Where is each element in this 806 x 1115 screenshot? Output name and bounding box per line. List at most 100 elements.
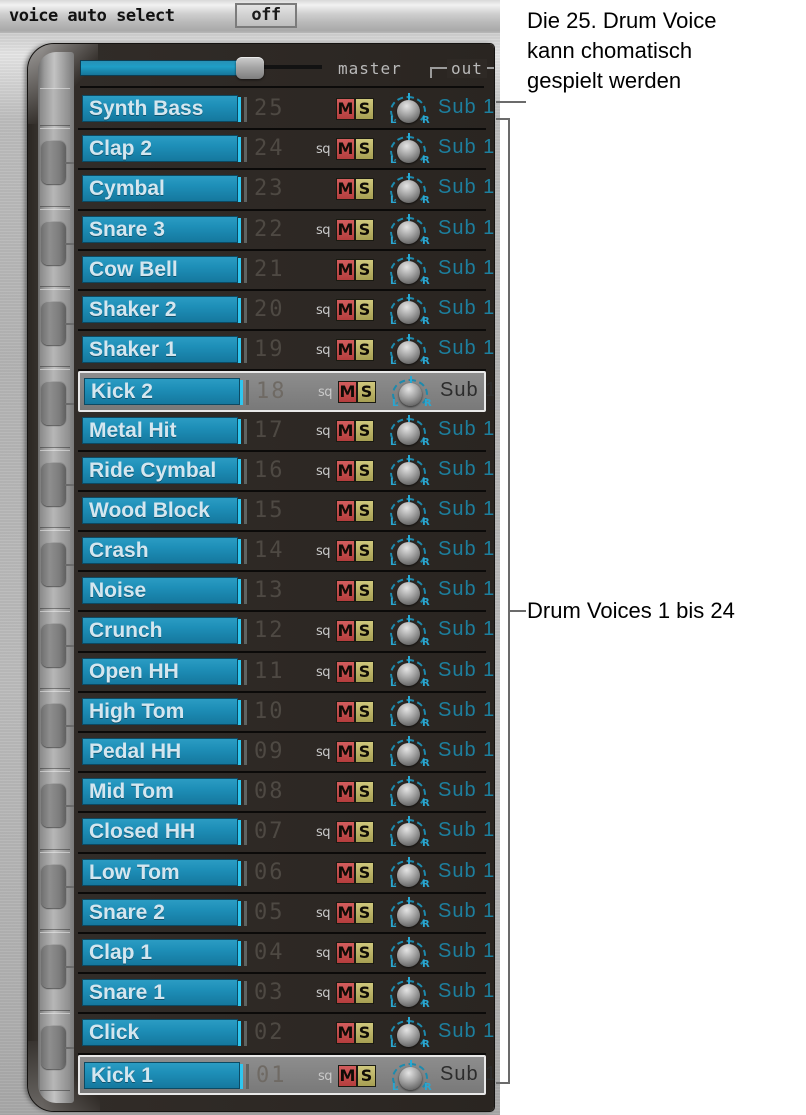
mute-button[interactable]: M (336, 741, 355, 763)
sequence-tag[interactable]: sq (316, 424, 331, 439)
pan-knob[interactable]: LR (388, 93, 430, 127)
mute-button[interactable]: M (336, 339, 355, 362)
solo-button[interactable]: S (355, 258, 374, 281)
pan-knob[interactable]: LR (388, 253, 430, 288)
solo-button[interactable]: S (355, 178, 374, 201)
output-assignment[interactable]: Sub 1 (438, 418, 494, 441)
pan-knob[interactable]: LR (388, 896, 430, 931)
voice-row[interactable]: High Tom 10 M S L R Sub 1 (78, 693, 494, 733)
voice-row[interactable]: Low Tom 06 M S L R Sub 1 (78, 854, 494, 894)
sequence-tag[interactable]: sq (316, 986, 331, 1001)
sequence-tag[interactable]: sq (316, 906, 331, 921)
pan-knob-body[interactable] (397, 662, 420, 686)
sequence-tag[interactable]: sq (316, 544, 331, 559)
solo-button[interactable]: S (357, 381, 376, 404)
mute-button[interactable]: M (336, 982, 355, 1005)
pan-knob[interactable]: LR (388, 133, 430, 167)
mute-button[interactable]: M (336, 178, 355, 201)
solo-button[interactable]: S (355, 861, 374, 884)
voice-row[interactable]: Mid Tom 08 M S L R Sub 1 (78, 773, 494, 814)
output-assignment[interactable]: Sub 1 (438, 659, 494, 682)
solo-button[interactable]: S (355, 339, 374, 362)
master-slider-thumb[interactable] (236, 57, 264, 79)
sequence-tag[interactable]: sq (318, 1069, 333, 1084)
solo-button[interactable]: S (355, 580, 374, 603)
output-assignment[interactable]: Sub 1 (438, 819, 494, 842)
pan-knob-body[interactable] (397, 100, 420, 123)
pan-knob-body[interactable] (397, 501, 420, 525)
sequence-tag[interactable]: sq (316, 825, 331, 840)
group-thumb[interactable] (41, 783, 66, 828)
group-thumb[interactable] (41, 301, 66, 345)
voice-name-field[interactable]: Ride Cymbal (82, 456, 247, 484)
voice-row[interactable]: Cymbal 23 M S L R Sub 1 (78, 170, 494, 211)
sequence-tag[interactable]: sq (316, 223, 331, 238)
pan-knob[interactable]: LR (390, 1059, 432, 1094)
pan-knob[interactable]: LR (388, 615, 430, 649)
solo-button[interactable]: S (355, 459, 374, 482)
pan-knob[interactable]: LR (388, 816, 430, 850)
voice-row[interactable]: Pedal HH 09 sq M S L R Sub 1 (78, 733, 494, 774)
mute-button[interactable]: M (336, 580, 355, 603)
pan-knob[interactable]: LR (388, 454, 430, 489)
voice-name-field[interactable]: Open HH (82, 657, 247, 685)
voice-row[interactable]: Click 02 M S L R Sub 1 (78, 1014, 494, 1055)
mute-button[interactable]: M (336, 499, 355, 522)
output-assignment[interactable]: Sub 1 (438, 739, 494, 762)
voice-row[interactable]: Ride Cymbal 16 sq M S L R Sub 1 (78, 452, 494, 492)
output-assignment[interactable]: Sub 1 (438, 176, 494, 199)
pan-knob-body[interactable] (397, 300, 420, 324)
voice-name-field[interactable]: Pedal HH (82, 738, 247, 765)
voice-name-field[interactable]: Snare 2 (82, 898, 247, 926)
pan-knob-body[interactable] (397, 863, 420, 887)
voice-name-field[interactable]: Snare 3 (82, 215, 247, 243)
output-assignment[interactable]: Sub 1 (438, 217, 494, 240)
pan-knob-body[interactable] (397, 984, 420, 1008)
sequence-tag[interactable]: sq (318, 385, 333, 400)
pan-knob[interactable]: LR (388, 655, 430, 690)
pan-knob[interactable]: LR (388, 736, 430, 770)
output-assignment[interactable]: Sub 1 (438, 458, 494, 481)
solo-button[interactable]: S (355, 540, 374, 563)
pan-knob-body[interactable] (397, 702, 420, 726)
pan-knob-body[interactable] (397, 903, 420, 927)
output-assignment[interactable]: Sub 1 (438, 699, 494, 722)
voice-name-field[interactable]: Cow Bell (82, 255, 247, 283)
solo-button[interactable]: S (355, 941, 374, 964)
solo-button[interactable]: S (355, 700, 374, 723)
pan-knob[interactable]: LR (388, 936, 430, 971)
mute-button[interactable]: M (336, 620, 355, 643)
pan-knob[interactable]: LR (390, 376, 432, 410)
pan-knob-body[interactable] (397, 943, 420, 967)
mute-button[interactable]: M (338, 1064, 357, 1087)
mute-button[interactable]: M (336, 941, 355, 964)
solo-button[interactable]: S (355, 901, 374, 924)
voice-auto-select-value[interactable]: off (235, 3, 297, 28)
voice-name-field[interactable]: Click (82, 1019, 247, 1047)
output-assignment[interactable]: Sub 1 (438, 257, 494, 280)
solo-button[interactable]: S (357, 1064, 376, 1087)
voice-name-field[interactable]: Noise (82, 577, 247, 605)
group-track[interactable] (40, 88, 70, 127)
pan-knob-body[interactable] (397, 743, 420, 766)
voice-row[interactable]: Snare 1 03 sq M S L R Sub 1 (78, 974, 494, 1015)
voice-row[interactable]: Kick 1 01 sq M S L R Sub 1 (78, 1054, 494, 1095)
output-assignment[interactable]: Sub 1 (438, 498, 494, 521)
solo-button[interactable]: S (355, 419, 374, 442)
voice-name-field[interactable]: High Tom (82, 697, 247, 725)
solo-button[interactable]: S (355, 218, 374, 241)
mute-button[interactable]: M (336, 781, 355, 804)
group-thumb[interactable] (41, 863, 66, 908)
group-thumb[interactable] (41, 703, 66, 747)
voice-row[interactable]: Open HH 11 sq M S L R Sub 1 (78, 653, 494, 693)
voice-row[interactable]: Snare 3 22 sq M S L R Sub 1 (78, 211, 494, 251)
group-thumb[interactable] (41, 381, 66, 426)
voice-row[interactable]: Cow Bell 21 M S L R Sub 1 (78, 251, 494, 291)
mute-button[interactable]: M (336, 98, 355, 120)
pan-knob-body[interactable] (397, 421, 420, 445)
solo-button[interactable]: S (355, 98, 374, 120)
voice-name-field[interactable]: Clap 1 (82, 938, 247, 966)
pan-knob-body[interactable] (397, 461, 420, 485)
pan-knob-body[interactable] (399, 1066, 422, 1090)
mute-button[interactable]: M (336, 901, 355, 924)
